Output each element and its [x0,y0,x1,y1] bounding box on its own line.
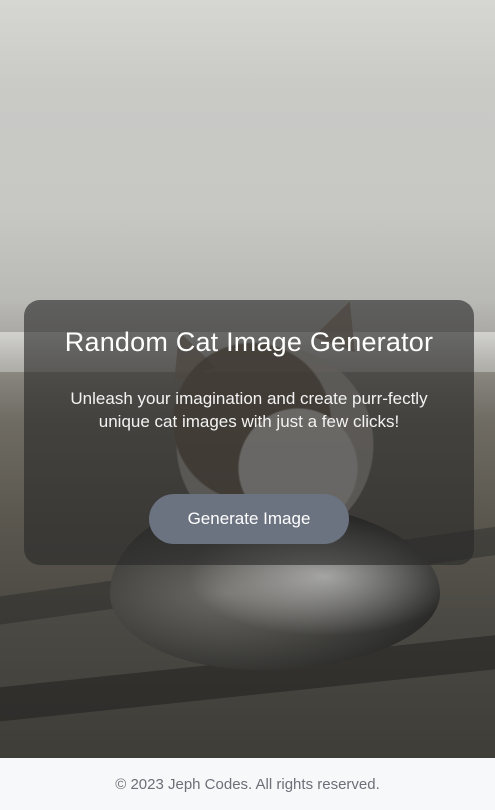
page-title: Random Cat Image Generator [64,327,434,357]
generate-image-button[interactable]: Generate Image [149,494,349,544]
footer: © 2023 Jeph Codes. All rights reserved. [0,758,495,810]
hero-section: Random Cat Image Generator Unleash your … [0,0,495,758]
generator-card: Random Cat Image Generator Unleash your … [24,300,474,565]
footer-copyright: © 2023 Jeph Codes. All rights reserved. [115,775,380,793]
page-subtitle: Unleash your imagination and create purr… [70,388,428,431]
